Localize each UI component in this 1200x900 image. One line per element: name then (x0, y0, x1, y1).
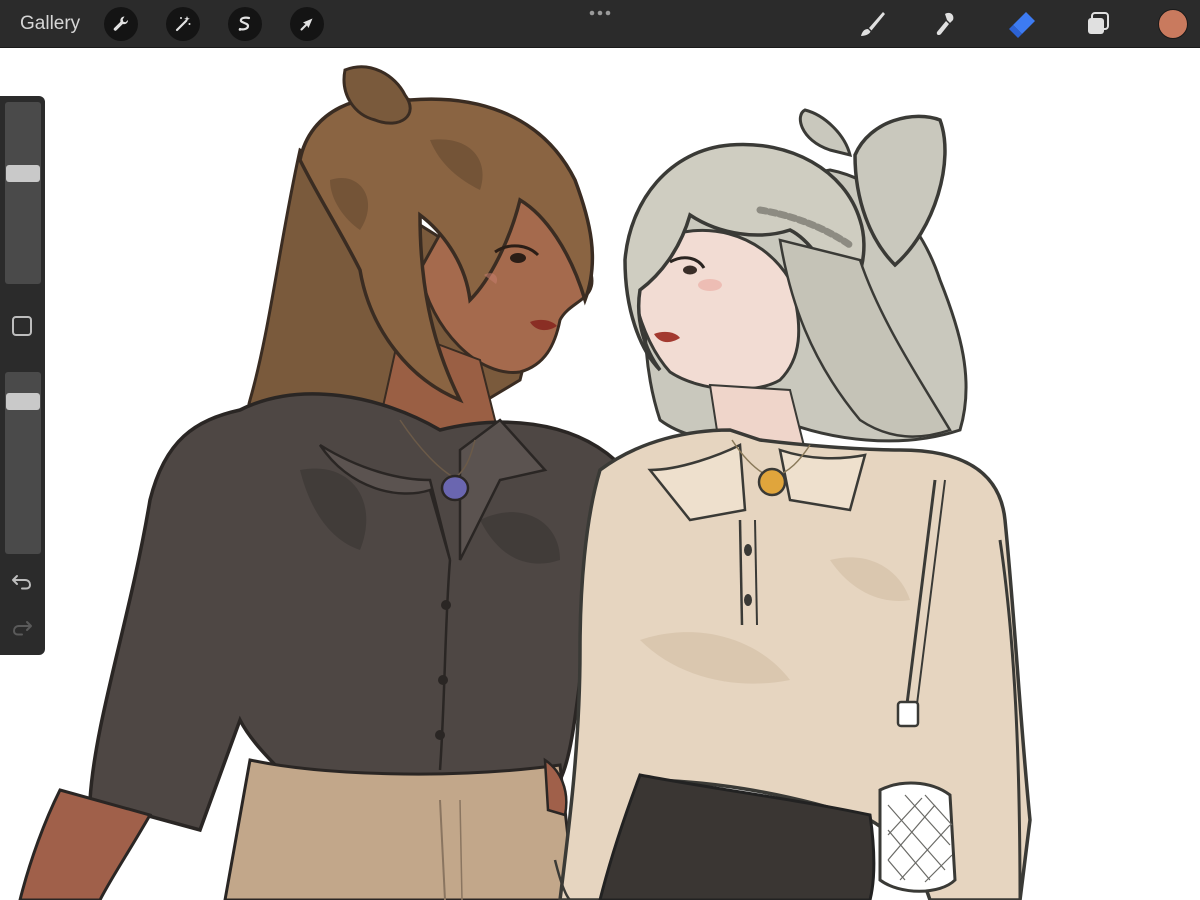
brush-size-slider[interactable] (5, 102, 41, 284)
left-figure-pendant (440, 474, 470, 502)
right-figure-bow (798, 108, 853, 158)
more-options-button[interactable] (586, 5, 614, 21)
transform-button[interactable] (290, 7, 324, 41)
transform-arrow-icon (300, 18, 313, 31)
top-toolbar: Gallery (0, 0, 1200, 48)
square-modify-icon[interactable] (12, 316, 32, 336)
layers-icon (1088, 12, 1109, 34)
eraser-icon (1009, 12, 1035, 38)
eraser-button[interactable] (1005, 7, 1039, 41)
selection-icon (238, 16, 251, 31)
opacity-slider[interactable] (5, 372, 41, 554)
left-figure-skirt (223, 758, 577, 900)
magic-wand-icon (175, 16, 191, 32)
right-figure-bag (878, 781, 957, 893)
selection-button[interactable] (228, 7, 262, 41)
redo-icon (12, 621, 32, 636)
right-figure-pendant (757, 467, 787, 497)
undo-button[interactable] (10, 570, 34, 592)
actions-button[interactable] (104, 7, 138, 41)
gallery-button[interactable]: Gallery (20, 12, 80, 36)
brush-icon (861, 12, 885, 36)
adjustments-button[interactable] (166, 7, 200, 41)
paint-brush-button[interactable] (855, 7, 889, 41)
smudge-icon (936, 12, 954, 36)
layers-button[interactable] (1081, 7, 1115, 41)
opacity-thumb[interactable] (6, 393, 40, 410)
left-sidebar (0, 96, 45, 655)
undo-icon (12, 575, 32, 590)
redo-button[interactable] (10, 616, 34, 638)
drawing-canvas[interactable] (0, 48, 1200, 900)
smudge-button[interactable] (929, 7, 963, 41)
procreate-app: Gallery (0, 0, 1200, 900)
color-swatch[interactable] (1158, 9, 1188, 39)
artwork-illustration (18, 65, 1032, 900)
brush-size-thumb[interactable] (6, 165, 40, 182)
wrench-icon (113, 16, 129, 31)
ellipsis-icon (589, 10, 611, 16)
